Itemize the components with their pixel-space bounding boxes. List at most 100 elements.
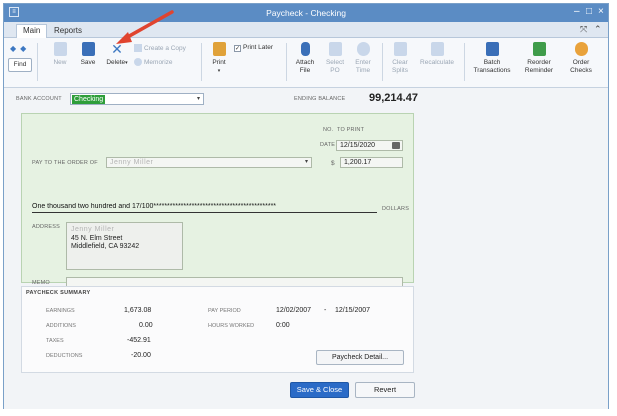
new-document-icon [53, 42, 67, 56]
order-checks-button[interactable]: Order Checks [566, 42, 596, 74]
date-field[interactable]: 12/15/2020 [336, 140, 403, 151]
attach-file-button[interactable]: Attach File [292, 42, 318, 74]
pay-to-value: Jenny Miller [110, 159, 154, 166]
additions-value: 0.00 [139, 322, 153, 329]
address-line: Jenny Miller [71, 226, 115, 233]
expand-icon[interactable]: ⤧ [580, 24, 587, 35]
pay-to-label: PAY TO THE ORDER OF [32, 160, 98, 166]
summary-title: PAYCHECK SUMMARY [26, 290, 91, 296]
delete-label: Delete [106, 59, 126, 66]
additions-label: ADDITIONS [46, 323, 76, 329]
memorize-icon [134, 58, 142, 66]
amount-field[interactable]: 1,200.17 [340, 157, 403, 168]
deductions-label: DEDUCTIONS [46, 353, 83, 359]
save-icon [81, 42, 95, 56]
chevron-down-icon: ▾ [196, 96, 200, 102]
reorder-icon [532, 42, 546, 56]
date-label: DATE [320, 142, 336, 148]
find-button[interactable]: Find [8, 58, 32, 72]
toolbar-separator [37, 43, 38, 81]
toolbar-separator [201, 43, 202, 81]
address-line: Middlefield, CA 93242 [71, 243, 140, 250]
maximize-icon[interactable]: □ [586, 6, 592, 17]
print-later-check-icon: ✓ [234, 45, 241, 52]
save-label: Save [80, 59, 96, 66]
ending-balance-value: 99,214.47 [369, 92, 418, 104]
check-no-label: NO. [323, 127, 334, 133]
address-label: ADDRESS [32, 224, 60, 230]
batch-transactions-button[interactable]: Batch Transactions [470, 42, 514, 74]
paycheck-summary: PAYCHECK SUMMARY EARNINGS 1,673.08 ADDIT… [21, 286, 414, 373]
enter-time-button[interactable]: Enter Time [352, 42, 374, 74]
amount-in-words: One thousand two hundred and 17/100*****… [32, 203, 377, 213]
pay-period-label: PAY PERIOD [208, 308, 241, 314]
tab-reports[interactable]: Reports [48, 25, 88, 36]
toolbar: ◆◆ Find New Save ✕ Delete▾ Create a Copy… [4, 38, 608, 88]
pay-to-field[interactable]: Jenny Miller ▾ [106, 157, 312, 168]
dollars-label: DOLLARS [382, 206, 410, 212]
earnings-value: 1,673.08 [124, 307, 152, 314]
bank-account-select[interactable]: Checking ▾ [70, 93, 204, 105]
amount-value: 1,200.17 [344, 159, 372, 166]
hours-worked-value[interactable]: 0:00 [276, 322, 290, 329]
calculator-icon [430, 42, 444, 56]
delete-button[interactable]: ✕ Delete▾ [104, 42, 130, 68]
reorder-reminder-button[interactable]: Reorder Reminder [520, 42, 558, 74]
window-title: Paycheck - Checking [266, 8, 346, 18]
clear-splits-icon [393, 42, 407, 56]
calendar-icon[interactable] [392, 142, 400, 149]
order-checks-icon [574, 42, 588, 56]
deductions-value: -20.00 [131, 352, 151, 359]
taxes-value: -452.91 [127, 337, 151, 344]
new-button[interactable]: New [49, 42, 71, 67]
new-label: New [53, 59, 67, 66]
toolbar-separator [464, 43, 465, 81]
hours-worked-label: HOURS WORKED [208, 323, 255, 329]
purchase-order-icon [328, 42, 342, 56]
check-area: NO. TO PRINT DATE 12/15/2020 PAY TO THE … [21, 113, 414, 288]
paycheck-form: BANK ACCOUNT Checking ▾ ENDING BALANCE 9… [4, 88, 608, 409]
recalculate-button[interactable]: Recalculate [416, 42, 458, 67]
ribbon-tabs: Main Reports ⤧ ⌃ [4, 22, 608, 38]
memorize-button[interactable]: Memorize [134, 58, 173, 66]
toolbar-separator [286, 43, 287, 81]
create-copy-button[interactable]: Create a Copy [134, 44, 186, 52]
ending-balance-label: ENDING BALANCE [294, 96, 346, 102]
toolbar-separator [382, 43, 383, 81]
paycheck-window: ≡ Paycheck - Checking – □ × Main Reports… [3, 3, 609, 409]
print-label: Print [212, 59, 226, 66]
prev-next-arrows-icon[interactable]: ◆◆ [10, 44, 30, 53]
check-no-value[interactable]: TO PRINT [337, 127, 364, 133]
printer-icon [212, 42, 226, 56]
minimize-icon[interactable]: – [574, 6, 580, 17]
tab-main[interactable]: Main [16, 24, 48, 38]
chevron-down-icon[interactable]: ▾ [305, 158, 308, 167]
dollar-sign: $ [331, 160, 335, 167]
select-po-button[interactable]: Select PO [324, 42, 346, 74]
print-later-checkbox[interactable]: ✓ Print Later [234, 44, 273, 52]
revert-button[interactable]: Revert [355, 382, 415, 398]
date-value: 12/15/2020 [340, 142, 376, 149]
bank-account-label: BANK ACCOUNT [16, 96, 62, 102]
save-button[interactable]: Save [77, 42, 99, 67]
print-button[interactable]: Print ▾ [208, 42, 230, 75]
address-line: 45 N. Elm Street [71, 234, 123, 242]
bank-account-value: Checking [72, 95, 106, 104]
copy-icon [134, 44, 142, 52]
close-icon[interactable]: × [598, 6, 604, 17]
pay-period-end[interactable]: 12/15/2007 [335, 307, 370, 314]
collapse-ribbon-icon[interactable]: ⌃ [594, 24, 602, 35]
delete-x-icon: ✕ [111, 41, 123, 57]
paperclip-icon [300, 42, 310, 56]
taxes-label: TAXES [46, 338, 64, 344]
earnings-label: EARNINGS [46, 308, 75, 314]
pay-period-start[interactable]: 12/02/2007 [276, 307, 311, 314]
save-close-button[interactable]: Save & Close [290, 382, 349, 398]
paycheck-detail-button[interactable]: Paycheck Detail... [316, 350, 404, 365]
title-bar: ≡ Paycheck - Checking – □ × [4, 4, 608, 22]
pay-period-dash: - [324, 307, 327, 314]
clear-splits-button[interactable]: Clear Splits [389, 42, 411, 74]
address-box[interactable]: Jenny Miller 45 N. Elm Street Middlefiel… [66, 222, 183, 270]
clock-icon [356, 42, 370, 56]
batch-icon [485, 42, 499, 56]
